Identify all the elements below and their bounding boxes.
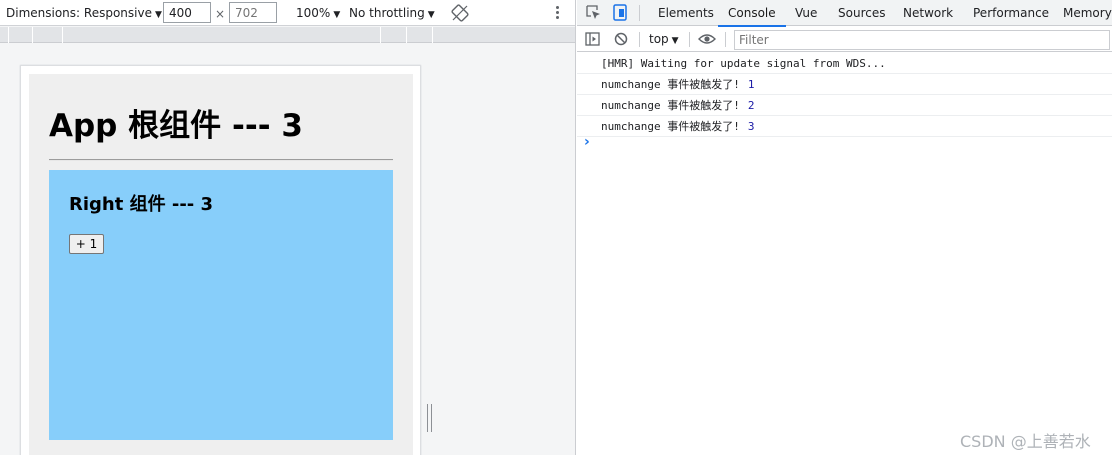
tab-elements[interactable]: Elements xyxy=(658,0,714,26)
log-text: numchange 事件被触发了! xyxy=(601,99,740,112)
log-text: [HMR] Waiting for update signal from WDS… xyxy=(601,57,886,70)
zoom-label: 100% xyxy=(296,6,331,20)
right-component-title: Right 组件 --- 3 xyxy=(69,194,214,215)
device-viewport: App 根组件 --- 3 Right 组件 --- 3 + 1 xyxy=(20,65,421,455)
dimensions-select[interactable]: Dimensions: Responsive ▼ xyxy=(6,0,162,26)
inspect-element-icon[interactable] xyxy=(586,5,601,20)
right-component: Right 组件 --- 3 + 1 xyxy=(49,170,393,440)
chevron-down-icon: ▼ xyxy=(427,10,435,20)
eye-icon[interactable] xyxy=(698,33,716,45)
context-select[interactable]: top ▼ xyxy=(649,27,679,54)
width-input[interactable] xyxy=(163,2,211,23)
context-label: top xyxy=(649,32,669,46)
resize-handle[interactable] xyxy=(426,404,434,432)
log-value: 3 xyxy=(747,120,755,133)
devtools-panel: Elements Console Vue Sources Network Per… xyxy=(577,0,1112,455)
more-options-icon[interactable] xyxy=(553,5,561,21)
toolbar-separator xyxy=(639,5,640,21)
screen: Dimensions: Responsive▼ × 100%▼ No throt… xyxy=(0,0,1112,455)
log-line: numchange 事件被触发了! 1 xyxy=(577,74,1112,95)
filter-input[interactable] xyxy=(734,30,1110,50)
toolbar-separator xyxy=(689,32,690,47)
tab-sources[interactable]: Sources xyxy=(838,0,885,26)
app-title: App 根组件 --- 3 xyxy=(49,108,303,144)
throttling-select[interactable]: No throttling ▼ xyxy=(349,0,435,26)
log-text: numchange 事件被触发了! xyxy=(601,120,740,133)
tab-memory[interactable]: Memory xyxy=(1063,0,1112,26)
height-input[interactable] xyxy=(229,2,277,23)
increment-button[interactable]: + 1 xyxy=(69,234,104,254)
log-text: numchange 事件被触发了! xyxy=(601,78,740,91)
chevron-down-icon: ▼ xyxy=(671,36,679,46)
tab-performance[interactable]: Performance xyxy=(973,0,1049,26)
chevron-down-icon: ▼ xyxy=(154,10,162,20)
device-toolbar: Dimensions: Responsive▼ × 100%▼ No throt… xyxy=(0,0,575,26)
log-value: 1 xyxy=(747,78,755,91)
console-toolbar: top ▼ xyxy=(577,27,1112,52)
device-toggle-icon[interactable] xyxy=(613,4,627,21)
console-log: [HMR] Waiting for update signal from WDS… xyxy=(577,53,1112,137)
tab-network[interactable]: Network xyxy=(903,0,953,26)
zoom-select[interactable]: 100% ▼ xyxy=(296,0,340,26)
log-value: 2 xyxy=(747,99,755,112)
log-line: numchange 事件被触发了! 2 xyxy=(577,95,1112,116)
sidebar-toggle-icon[interactable] xyxy=(585,32,600,46)
app-root-component: App 根组件 --- 3 Right 组件 --- 3 + 1 xyxy=(29,74,413,455)
divider xyxy=(49,159,393,161)
toolbar-separator xyxy=(725,32,726,47)
log-line: numchange 事件被触发了! 3 xyxy=(577,116,1112,137)
toolbar-separator xyxy=(639,32,640,47)
device-pane: Dimensions: Responsive▼ × 100%▼ No throt… xyxy=(0,0,576,455)
dimensions-label: Dimensions: Responsive xyxy=(6,6,152,20)
chevron-down-icon: ▼ xyxy=(333,10,341,20)
devtools-tabbar: Elements Console Vue Sources Network Per… xyxy=(577,0,1112,27)
clear-console-icon[interactable] xyxy=(614,32,628,46)
log-line: [HMR] Waiting for update signal from WDS… xyxy=(577,53,1112,74)
media-query-ruler[interactable] xyxy=(0,27,575,43)
watermark: CSDN @上善若水 xyxy=(960,432,1091,451)
tab-vue[interactable]: Vue xyxy=(795,0,817,26)
tab-console[interactable]: Console xyxy=(718,0,786,27)
console-prompt-icon[interactable]: › xyxy=(584,134,590,150)
rotate-icon[interactable] xyxy=(451,4,469,22)
times-symbol: × xyxy=(215,7,226,21)
throttling-label: No throttling xyxy=(349,6,425,20)
